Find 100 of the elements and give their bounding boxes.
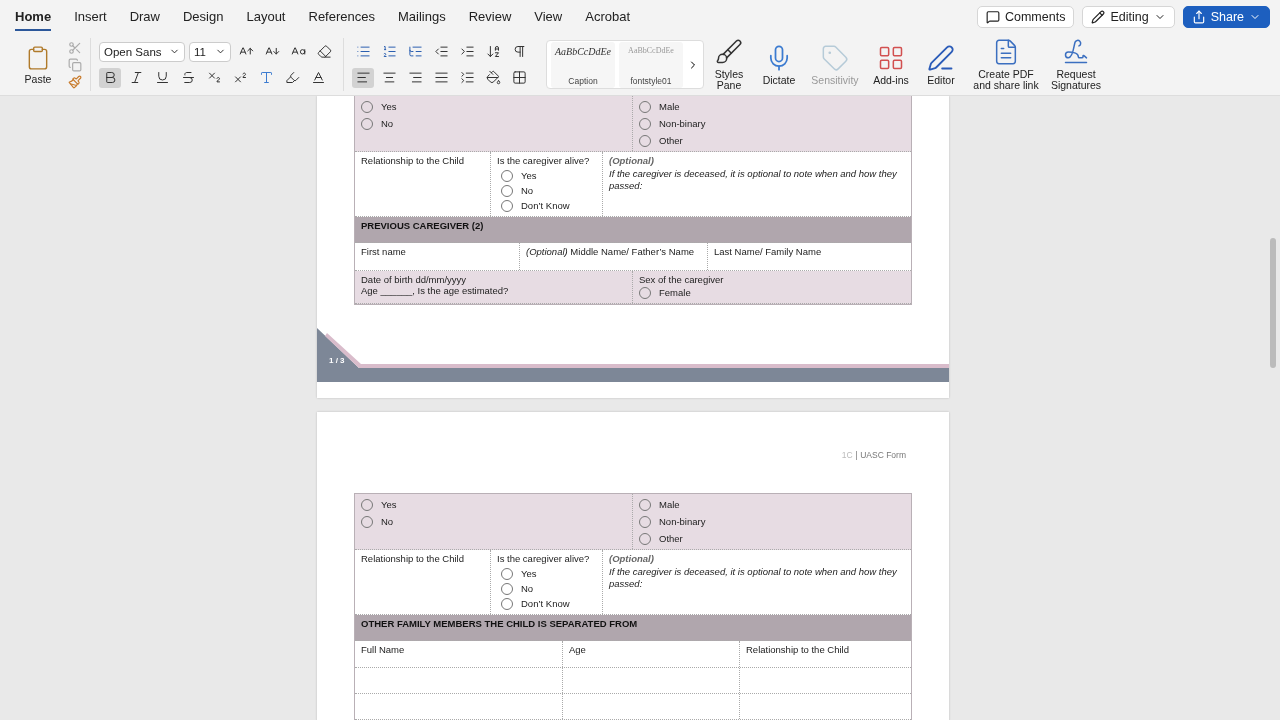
field-label: (Optional) Middle Name/ Father’s Name xyxy=(526,246,696,257)
underline-icon xyxy=(154,70,170,85)
radio-option: No xyxy=(501,581,596,596)
field-label: Date of birth dd/mm/yyyy xyxy=(361,274,468,285)
addins-button[interactable]: Add-ins xyxy=(866,41,916,88)
pdf-button[interactable]: Create PDF and share link xyxy=(966,36,1046,93)
ribbon-tab[interactable]: Draw xyxy=(129,3,160,31)
radio-option: Non-binary xyxy=(639,514,905,529)
signature-icon xyxy=(1062,38,1090,66)
align-left-icon xyxy=(355,70,371,85)
field-label: Relationship to the Child xyxy=(361,155,465,166)
style-name: Caption xyxy=(568,75,598,86)
ribbon-tab[interactable]: Insert xyxy=(74,3,107,31)
field-label: Is the caregiver alive? xyxy=(497,155,591,166)
sign-button[interactable]: Request Signatures xyxy=(1046,36,1106,93)
style-name: fontstyle01 xyxy=(630,75,672,86)
pen-icon xyxy=(927,43,955,72)
multilevel-list-icon xyxy=(407,44,423,59)
format-painter-icon[interactable] xyxy=(68,74,82,89)
increase-indent-icon xyxy=(459,44,475,59)
radio-option: Other xyxy=(639,531,905,546)
style-item[interactable]: AaBbCcDdEe Caption xyxy=(551,41,615,88)
align-center-icon xyxy=(381,70,397,85)
radio-option: Don’t Know xyxy=(501,596,596,611)
pilcrow-icon xyxy=(511,44,527,59)
share-icon xyxy=(1191,10,1206,24)
justify-icon xyxy=(433,70,449,85)
numbered-list-icon xyxy=(381,44,397,59)
column-header: Full Name xyxy=(361,644,406,655)
styles-button[interactable]: Styles Pane xyxy=(704,36,754,93)
radio-option: Male xyxy=(639,99,905,114)
style-preview: AaBbCcDdEe xyxy=(628,45,674,55)
field-label: Sex of the caregiver xyxy=(639,274,725,285)
radio-option: Male xyxy=(639,497,905,512)
paint-bucket-icon xyxy=(485,70,501,85)
font-name-dropdown[interactable]: Open Sans xyxy=(99,41,185,62)
editor-button[interactable]: Editor xyxy=(916,41,966,88)
ribbon-tab[interactable]: Acrobat xyxy=(585,3,631,31)
radio-option: Yes xyxy=(361,99,626,114)
radio-option: No xyxy=(361,116,626,131)
ribbon-tab[interactable]: Design xyxy=(183,3,224,31)
eraser-icon xyxy=(316,44,332,59)
optional-label: (Optional) xyxy=(609,553,655,564)
page-number: 1 / 3 xyxy=(329,356,345,365)
highlighter-icon xyxy=(284,70,300,85)
font-size-dropdown[interactable]: 11 xyxy=(189,41,231,62)
style-preview: AaBbCcDdEe xyxy=(554,45,612,57)
note-text: If the caregiver is deceased, it is optional to note when and how they passed: xyxy=(609,168,898,192)
radio-option: No xyxy=(501,183,596,198)
ribbon-tab[interactable]: Mailings xyxy=(398,3,446,31)
radio-option: Yes xyxy=(361,497,626,512)
radio-option: Other xyxy=(639,133,905,148)
field-label: Relationship to the Child xyxy=(361,553,465,564)
dictate-button[interactable]: Dictate xyxy=(754,41,804,88)
section-heading: PREVIOUS CAREGIVER (2) xyxy=(355,217,911,243)
text-effects-icon xyxy=(258,70,274,85)
radio-option: No xyxy=(361,514,626,529)
radio-option: Female xyxy=(639,285,905,300)
align-right-icon xyxy=(407,70,423,85)
field-label: First name xyxy=(361,246,407,257)
field-label: Age ______, Is the age estimated? xyxy=(361,285,510,296)
paste-button[interactable]: Paste xyxy=(18,42,58,87)
ribbon-tab[interactable]: Layout xyxy=(246,3,286,31)
field-label: Is the caregiver alive? xyxy=(497,553,591,564)
sort-icon xyxy=(485,44,501,59)
comments-button[interactable]: Comments xyxy=(976,6,1075,28)
radio-option: Don’t Know xyxy=(501,198,596,213)
scrollbar-thumb[interactable] xyxy=(1270,238,1276,368)
font-color-icon xyxy=(310,70,326,85)
share-button[interactable]: Share xyxy=(1182,6,1270,28)
bold-button[interactable] xyxy=(99,67,121,88)
note-text: If the caregiver is deceased, it is optional to note when and how they passed: xyxy=(609,566,898,590)
column-header: Relationship to the Child xyxy=(746,644,850,655)
line-spacing-icon xyxy=(459,70,475,85)
ribbon-tab[interactable]: References xyxy=(308,3,375,31)
comment-icon xyxy=(985,10,1000,24)
radio-option: Yes xyxy=(501,566,596,581)
subscript-icon xyxy=(206,70,222,85)
radio-option: Non-binary xyxy=(639,116,905,131)
optional-label: (Optional) xyxy=(609,155,655,166)
borders-icon xyxy=(511,70,527,85)
italic-icon xyxy=(128,70,144,85)
section-heading: OTHER FAMILY MEMBERS THE CHILD IS SEPARATED FROM xyxy=(355,615,911,641)
superscript-icon xyxy=(232,70,248,85)
radio-option: Yes xyxy=(501,168,596,183)
style-item[interactable]: AaBbCcDdEe fontstyle01 xyxy=(619,41,683,88)
field-label: Last Name/ Family Name xyxy=(714,246,823,257)
form-code: 1C xyxy=(841,450,853,460)
bullet-list-icon xyxy=(355,44,371,59)
form-title: | UASC Form xyxy=(855,450,906,460)
column-header: Age xyxy=(569,644,587,655)
tag-icon xyxy=(821,43,849,72)
decrease-indent-icon xyxy=(433,44,449,59)
ribbon-tab[interactable]: View xyxy=(534,3,563,31)
pencil-icon xyxy=(1091,10,1106,24)
strikethrough-icon xyxy=(180,70,196,85)
ribbon-tab[interactable]: Home xyxy=(15,3,52,31)
align-left-button[interactable] xyxy=(352,67,374,88)
editing-button[interactable]: Editing xyxy=(1082,6,1175,28)
ribbon-tab[interactable]: Review xyxy=(468,3,512,31)
